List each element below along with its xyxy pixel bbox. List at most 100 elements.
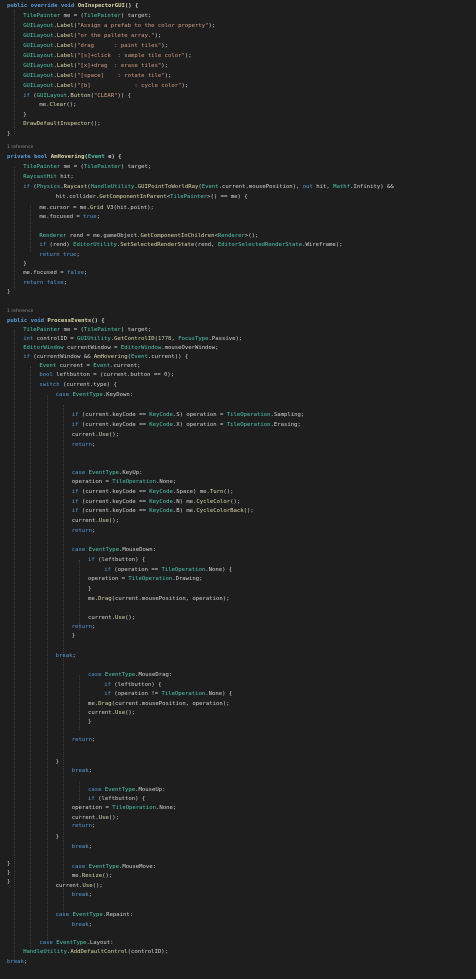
code-token: ();: [125, 615, 136, 621]
code-token: "[b] : cycle color": [77, 83, 182, 89]
code-token: Use: [114, 615, 126, 621]
code-token: }: [55, 834, 59, 840]
code-line: if (operation != TileOperation.None) {: [0, 690, 476, 699]
code-token: .Repaint:: [102, 912, 134, 918]
code-token: EventType: [88, 470, 119, 476]
code-token: me.: [88, 701, 99, 707]
code-token: override: [30, 3, 61, 9]
code-line: public override void OnInspectorGUI() {: [0, 2, 476, 11]
code-token: GUILayout: [23, 33, 54, 39]
code-token: ) target;: [120, 13, 152, 19]
code-line: operation = TileOperation.Drawing;: [0, 575, 476, 584]
code-line: me.focused = false;: [0, 269, 476, 278]
code-token: Drag: [98, 701, 112, 707]
code-token: GUILayout: [23, 53, 54, 59]
code-line: break;: [0, 891, 476, 900]
code-line: case EventType.KeyUp:: [0, 469, 476, 478]
code-token: (current.keyCode ==: [81, 508, 150, 514]
code-token: HandleUtility: [90, 184, 135, 190]
code-line: public void ProcessEvents() {: [0, 317, 476, 326]
code-token: 1778: [157, 336, 172, 342]
code-token: me.focused =: [23, 270, 67, 276]
code-line: }: [0, 111, 476, 120]
code-token: hit,: [316, 184, 334, 190]
code-token: operation =: [88, 576, 129, 582]
code-token: me.: [88, 596, 99, 602]
code-line: 1 reference: [0, 307, 476, 316]
code-token: "[s]+click : sample tile color": [77, 53, 185, 59]
code-token: (leftbutton) {: [98, 557, 146, 563]
code-line: }: [0, 288, 476, 297]
code-token: .MouseUp:: [135, 787, 166, 793]
code-token: current.: [88, 615, 115, 621]
code-token: ();: [230, 499, 241, 505]
code-token: true: [62, 252, 77, 258]
code-token: if: [88, 557, 99, 563]
code-token: Mathf: [333, 184, 350, 190]
code-token: GUILayout: [23, 83, 54, 89]
code-line: me.Clear();: [0, 101, 476, 110]
code-line: GUILayout.Label("[x]+drag : erase tiles"…: [0, 62, 476, 71]
code-line: case EventType.KeyDown:: [0, 391, 476, 400]
code-token: return: [71, 823, 93, 829]
code-token: return: [71, 624, 93, 630]
code-line: return;: [0, 822, 476, 831]
code-token: GetComponentInParent: [99, 194, 167, 200]
code-token: ();: [90, 121, 101, 127]
code-line: }: [0, 130, 476, 139]
code-token: .Drawing;: [172, 576, 203, 582]
codelens-reference-count[interactable]: 1 reference: [7, 309, 33, 314]
code-line: hit.collider.GetComponentInParent<TilePa…: [0, 193, 476, 202]
code-line: GUILayout.Label("[b] : cycle color");: [0, 82, 476, 91]
code-token: out: [302, 184, 317, 190]
code-token: KeyCode: [149, 422, 173, 428]
code-line: GUILayout.Label("[s]+click : sample tile…: [0, 52, 476, 61]
code-token: .Infinity) &&: [349, 184, 394, 190]
code-token: ;: [92, 442, 96, 448]
code-token: current.: [71, 432, 99, 438]
code-line: break;: [0, 958, 476, 967]
code-editor[interactable]: public override void OnInspectorGUI() { T…: [0, 0, 476, 979]
code-token: }: [23, 112, 27, 118]
code-line: if (current.keyCode == KeyCode.Space) me…: [0, 488, 476, 497]
code-line: me.focused = true;: [0, 213, 476, 222]
code-token: (current.keyCode ==: [81, 489, 150, 495]
code-token: }: [88, 586, 92, 592]
code-token: (operation ==: [114, 567, 162, 573]
code-token: EditorUtility: [73, 242, 117, 248]
code-token: .Layout:: [86, 940, 114, 946]
code-token: TilePainter: [83, 327, 121, 333]
code-line: current.Use();: [0, 709, 476, 718]
code-token: ;: [92, 737, 96, 743]
code-line: private bool AmHovering(Event e) {: [0, 153, 476, 162]
code-token: me.focused =: [39, 214, 84, 220]
code-token: GetControlID: [114, 336, 155, 342]
code-token: void: [60, 3, 78, 9]
code-token: bool: [39, 372, 57, 378]
code-token: if: [71, 422, 82, 428]
code-token: me = (: [63, 13, 84, 19]
code-token: GUIPointToWorldRay: [137, 184, 199, 190]
codelens-reference-count[interactable]: 1 reference: [7, 145, 33, 150]
code-token: return: [71, 737, 93, 743]
code-token: ;: [63, 280, 67, 286]
code-token: CycleColor: [196, 499, 231, 505]
code-token: ();: [108, 815, 119, 821]
code-token: public: [7, 318, 31, 324]
code-token: }: [7, 289, 11, 295]
code-line: return;: [0, 736, 476, 745]
code-token: Renderer: [217, 233, 245, 239]
code-token: switch: [39, 382, 63, 388]
code-token: controlID =: [36, 336, 78, 342]
code-token: Grid V3: [89, 205, 114, 211]
code-token: Label: [56, 83, 74, 89]
code-token: me.: [39, 102, 50, 108]
code-token: );: [161, 63, 169, 69]
code-token: TileOperation: [226, 422, 271, 428]
code-line: if (currentWindow && AmHovering(Event.cu…: [0, 353, 476, 362]
code-token: AmHovering: [50, 154, 85, 160]
code-line: case EventType.MouseUp:: [0, 786, 476, 795]
code-token: ;: [92, 624, 96, 630]
